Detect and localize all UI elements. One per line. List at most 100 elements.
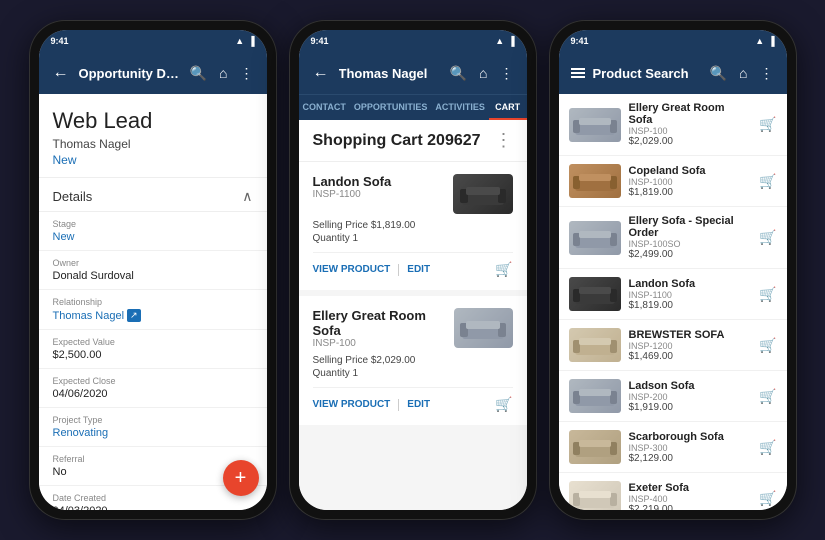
- fab-add-button[interactable]: +: [223, 460, 259, 496]
- product-name-7: Exeter Sofa: [629, 482, 752, 494]
- status-bar-1: 9:41 ▲ ▐: [39, 30, 267, 52]
- add-to-cart-icon-6[interactable]: 🛒: [759, 439, 776, 456]
- status-bar-2: 9:41 ▲ ▐: [299, 30, 527, 52]
- more-icon-2[interactable]: ⋮: [497, 63, 517, 84]
- add-to-cart-icon-5[interactable]: 🛒: [759, 388, 776, 405]
- tab-activities[interactable]: ACTIVITIES: [431, 95, 489, 120]
- edit-btn-2[interactable]: EDIT: [407, 399, 430, 410]
- sofa-2-svg: [458, 313, 508, 343]
- add-to-cart-icon-1[interactable]: 🛒: [759, 173, 776, 190]
- wifi-icon-2: ▲: [495, 36, 504, 46]
- field-value-stage[interactable]: New: [53, 231, 253, 243]
- cart-item-2-image: [454, 308, 512, 348]
- home-icon-3[interactable]: ⌂: [736, 63, 750, 83]
- opp-status[interactable]: New: [53, 153, 253, 167]
- product-item-3[interactable]: Landon Sofa INSP-1100 $1,819.00 🛒: [559, 269, 787, 320]
- product-item-7[interactable]: Exeter Sofa INSP-400 $2,219.00 🛒: [559, 473, 787, 510]
- product-sku-1: INSP-1000: [629, 177, 752, 187]
- battery-icon-3: ▐: [768, 36, 774, 46]
- product-info-7: Exeter Sofa INSP-400 $2,219.00: [629, 482, 752, 511]
- cart-item-1-actions: VIEW PRODUCT EDIT 🛒: [313, 252, 513, 278]
- back-button-2[interactable]: ←: [309, 62, 333, 84]
- view-product-btn-1[interactable]: VIEW PRODUCT: [313, 264, 391, 275]
- field-owner: Owner Donald Surdoval: [39, 251, 267, 290]
- field-value-date-created: 04/03/2020: [53, 505, 253, 510]
- sofa-1-svg: [458, 179, 508, 209]
- tab-bar-2: CONTACT OPPORTUNITIES ACTIVITIES CART: [299, 94, 527, 120]
- search-icon-1[interactable]: 🔍: [187, 63, 210, 84]
- home-icon-2[interactable]: ⌂: [476, 63, 490, 83]
- divider-2: [398, 399, 399, 411]
- tab-contact[interactable]: CONTACT: [299, 95, 350, 120]
- view-product-btn-2[interactable]: VIEW PRODUCT: [313, 399, 391, 410]
- edit-btn-1[interactable]: EDIT: [407, 264, 430, 275]
- product-item-2[interactable]: Ellery Sofa - Special Order INSP-100SO $…: [559, 207, 787, 269]
- time-1: 9:41: [51, 36, 69, 46]
- more-icon-1[interactable]: ⋮: [237, 63, 257, 84]
- add-to-cart-icon-2[interactable]: 🛒: [759, 229, 776, 246]
- product-item-0[interactable]: Ellery Great Room Sofa INSP-100 $2,029.0…: [559, 94, 787, 156]
- field-value-relationship[interactable]: Thomas Nagel ↗: [53, 309, 253, 322]
- phone-product-search: 9:41 ▲ ▐ Product Search 🔍 ⌂ ⋮: [549, 20, 797, 520]
- cart-header: Shopping Cart 209627 ⋮: [299, 120, 527, 162]
- add-to-cart-icon-3[interactable]: 🛒: [759, 286, 776, 303]
- details-toggle-icon[interactable]: ∧: [242, 188, 252, 205]
- nav-title-3: Product Search: [593, 66, 701, 81]
- product-sku-6: INSP-300: [629, 443, 752, 453]
- product-name-5: Ladson Sofa: [629, 380, 752, 392]
- product-sku-4: INSP-1200: [629, 341, 752, 351]
- add-to-cart-icon-4[interactable]: 🛒: [759, 337, 776, 354]
- tab-opportunities[interactable]: OPPORTUNITIES: [350, 95, 432, 120]
- product-info-5: Ladson Sofa INSP-200 $1,919.00: [629, 380, 752, 413]
- product-sku-2: INSP-100SO: [629, 239, 752, 249]
- search-icon-2[interactable]: 🔍: [447, 63, 470, 84]
- field-value-expected-value: $2,500.00: [53, 349, 253, 361]
- product-thumb-3: [569, 277, 621, 311]
- cart-item-2-name: Ellery Great Room Sofa: [313, 308, 455, 338]
- field-expected-close: Expected Close 04/06/2020: [39, 369, 267, 408]
- remove-icon-1[interactable]: 🛒: [495, 261, 512, 278]
- back-button-1[interactable]: ←: [49, 62, 73, 84]
- divider-1: [398, 264, 399, 276]
- phone-shopping-cart: 9:41 ▲ ▐ ← Thomas Nagel 🔍 ⌂ ⋮ CONTACT OP…: [289, 20, 537, 520]
- product-name-4: BREWSTER SOFA: [629, 329, 752, 341]
- product-price-7: $2,219.00: [629, 504, 752, 511]
- product-name-0: Ellery Great Room Sofa: [629, 102, 752, 126]
- product-thumb-6: [569, 430, 621, 464]
- status-bar-3: 9:41 ▲ ▐: [559, 30, 787, 52]
- wifi-icon-3: ▲: [755, 36, 764, 46]
- product-item-5[interactable]: Ladson Sofa INSP-200 $1,919.00 🛒: [559, 371, 787, 422]
- hamburger-menu-icon[interactable]: [569, 66, 587, 80]
- product-item-6[interactable]: Scarborough Sofa INSP-300 $2,129.00 🛒: [559, 422, 787, 473]
- cart-item-1-header: Landon Sofa INSP-1100: [313, 174, 513, 214]
- search-icon-3[interactable]: 🔍: [707, 63, 730, 84]
- cart-content: Shopping Cart 209627 ⋮ Landon Sofa INSP-…: [299, 120, 527, 510]
- product-info-3: Landon Sofa INSP-1100 $1,819.00: [629, 278, 752, 311]
- field-stage: Stage New: [39, 212, 267, 251]
- tab-cart[interactable]: CART: [489, 95, 527, 120]
- time-2: 9:41: [311, 36, 329, 46]
- cart-item-2-info: Ellery Great Room Sofa INSP-100: [313, 308, 455, 349]
- product-list: Ellery Great Room Sofa INSP-100 $2,029.0…: [559, 94, 787, 510]
- product-sku-7: INSP-400: [629, 494, 752, 504]
- cart-item-2-sku: INSP-100: [313, 338, 455, 349]
- nav-bar-1: ← Opportunity De... 🔍 ⌂ ⋮: [39, 52, 267, 94]
- remove-icon-2[interactable]: 🛒: [495, 396, 512, 413]
- field-value-project-type[interactable]: Renovating: [53, 427, 253, 439]
- field-value-owner: Donald Surdoval: [53, 270, 253, 282]
- product-item-1[interactable]: Copeland Sofa INSP-1000 $1,819.00 🛒: [559, 156, 787, 207]
- cart-item-2: Ellery Great Room Sofa INSP-100: [299, 296, 527, 425]
- add-to-cart-icon-0[interactable]: 🛒: [759, 116, 776, 133]
- add-to-cart-icon-7[interactable]: 🛒: [759, 490, 776, 507]
- product-price-1: $1,819.00: [629, 187, 752, 198]
- product-thumb-5: [569, 379, 621, 413]
- wifi-icon-1: ▲: [235, 36, 244, 46]
- details-label: Details: [53, 189, 93, 204]
- more-icon-3[interactable]: ⋮: [757, 63, 777, 84]
- product-name-2: Ellery Sofa - Special Order: [629, 215, 752, 239]
- home-icon-1[interactable]: ⌂: [216, 63, 230, 83]
- product-item-4[interactable]: BREWSTER SOFA INSP-1200 $1,469.00 🛒: [559, 320, 787, 371]
- cart-more-icon[interactable]: ⋮: [495, 130, 513, 151]
- product-name-1: Copeland Sofa: [629, 165, 752, 177]
- cart-item-2-actions: VIEW PRODUCT EDIT 🛒: [313, 387, 513, 413]
